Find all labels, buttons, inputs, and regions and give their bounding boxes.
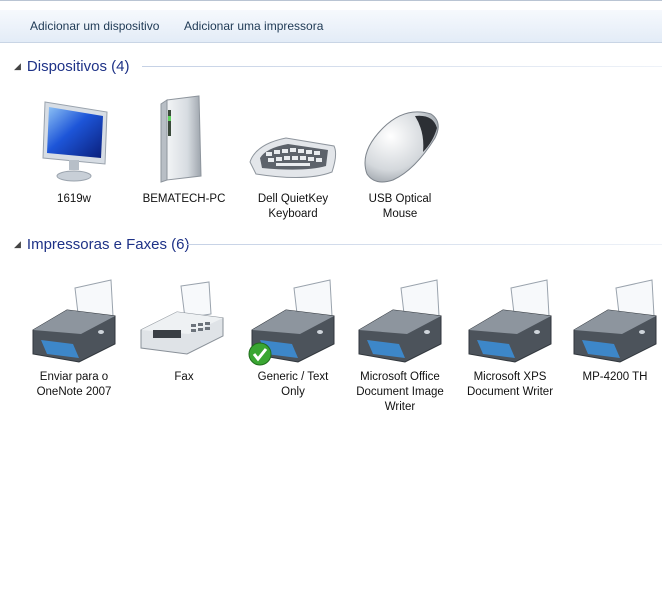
printer-item[interactable]: Enviar para o OneNote 2007: [27, 270, 121, 400]
fax-icon: [137, 270, 231, 368]
checkmark-icon: [248, 342, 272, 366]
group-title-printers: Impressoras e Faxes (6): [26, 236, 190, 253]
group-title-devices: Dispositivos (4): [26, 58, 130, 75]
printer-label: Microsoft XPS Document Writer: [466, 371, 554, 398]
collapse-triangle-icon[interactable]: ◢: [14, 239, 21, 249]
window-top-border: [0, 0, 662, 1]
command-bar: Adicionar um dispositivo Adicionar uma i…: [0, 10, 662, 43]
printer-item[interactable]: Microsoft Office Document Image Writer: [353, 270, 447, 415]
mouse-icon: [353, 92, 447, 190]
printer-icon: [463, 270, 557, 368]
printer-icon: [568, 270, 662, 368]
device-item-monitor[interactable]: 1619w: [27, 92, 121, 207]
printer-label: Fax: [174, 371, 194, 383]
device-item-keyboard[interactable]: Dell QuietKey Keyboard: [246, 92, 340, 222]
add-printer-button[interactable]: Adicionar uma impressora: [184, 10, 323, 43]
printer-icon: [27, 270, 121, 368]
monitor-icon: [27, 92, 121, 190]
printer-item-default[interactable]: Generic / Text Only: [246, 270, 340, 400]
device-label: Dell QuietKey Keyboard: [257, 193, 329, 220]
group-header-printers[interactable]: ◢ Impressoras e Faxes (6): [14, 234, 662, 254]
device-item-mouse[interactable]: USB Optical Mouse: [353, 92, 447, 222]
collapse-triangle-icon[interactable]: ◢: [14, 61, 21, 71]
computer-tower-icon: [137, 92, 231, 190]
device-label: USB Optical Mouse: [368, 193, 432, 220]
group-header-devices[interactable]: ◢ Dispositivos (4): [14, 56, 662, 76]
printer-item-fax[interactable]: Fax: [137, 270, 231, 385]
device-label: 1619w: [57, 193, 91, 205]
group-divider: [142, 66, 662, 67]
printer-label: Microsoft Office Document Image Writer: [356, 371, 444, 413]
printer-label: MP-4200 TH: [582, 371, 648, 383]
printer-item[interactable]: MP-4200 TH: [568, 270, 662, 385]
printer-label: Enviar para o OneNote 2007: [36, 371, 112, 398]
printer-icon: [246, 270, 340, 368]
printer-label: Generic / Text Only: [257, 371, 329, 398]
printer-icon: [353, 270, 447, 368]
keyboard-icon: [246, 92, 340, 190]
add-device-button[interactable]: Adicionar um dispositivo: [30, 10, 159, 43]
group-divider: [186, 244, 662, 245]
device-item-computer[interactable]: BEMATECH-PC: [137, 92, 231, 207]
device-label: BEMATECH-PC: [142, 193, 226, 205]
printer-item[interactable]: Microsoft XPS Document Writer: [463, 270, 557, 400]
